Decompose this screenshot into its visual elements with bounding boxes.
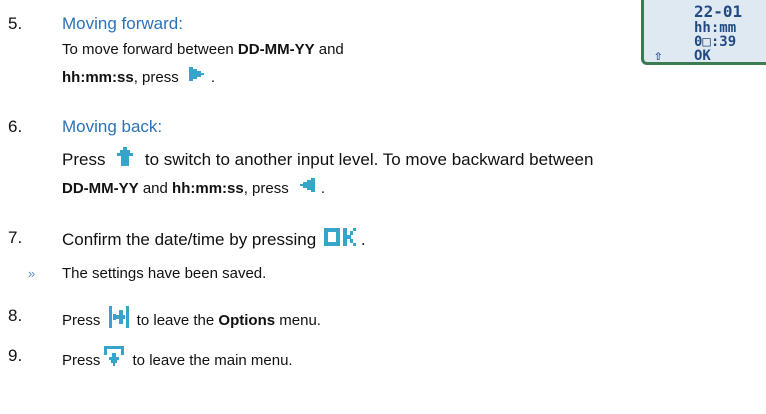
result-marker: » [28,266,36,281]
exit-main-icon [102,344,126,378]
step-heading: Moving forward: [62,14,183,33]
step-number: 6. [8,117,23,136]
lcd-date: 22-01 [694,2,743,21]
arrow-right-icon [185,62,209,94]
exit-menu-icon [107,304,131,338]
step-text: Confirm the date/time by pressing . [62,226,366,255]
step-number: 9. [8,346,23,365]
step-number: 8. [8,306,23,325]
step-number: 5. [8,14,23,33]
step-number: 7. [8,228,23,247]
step-text: hh:mm:ss, press . [62,62,215,94]
step-text: Press to leave the Options menu. [62,304,321,338]
step-text: DD-MM-YY and hh:mm:ss, press . [62,173,325,205]
arrow-left-icon [295,173,319,205]
lcd-softkey-ok: OK [694,48,711,64]
result-text: The settings have been saved. [62,265,267,282]
lcd-softkey-shift: ⇧ [654,48,663,64]
step-text: To move forward between DD-MM-YY and [62,41,344,58]
step-text: Press to leave the main menu. [62,344,293,378]
lcd-display: 22-01 hh:mm 0□:39 ⇧ OK [641,0,766,65]
ok-icon [323,226,359,255]
step-heading: Moving back: [62,117,163,136]
